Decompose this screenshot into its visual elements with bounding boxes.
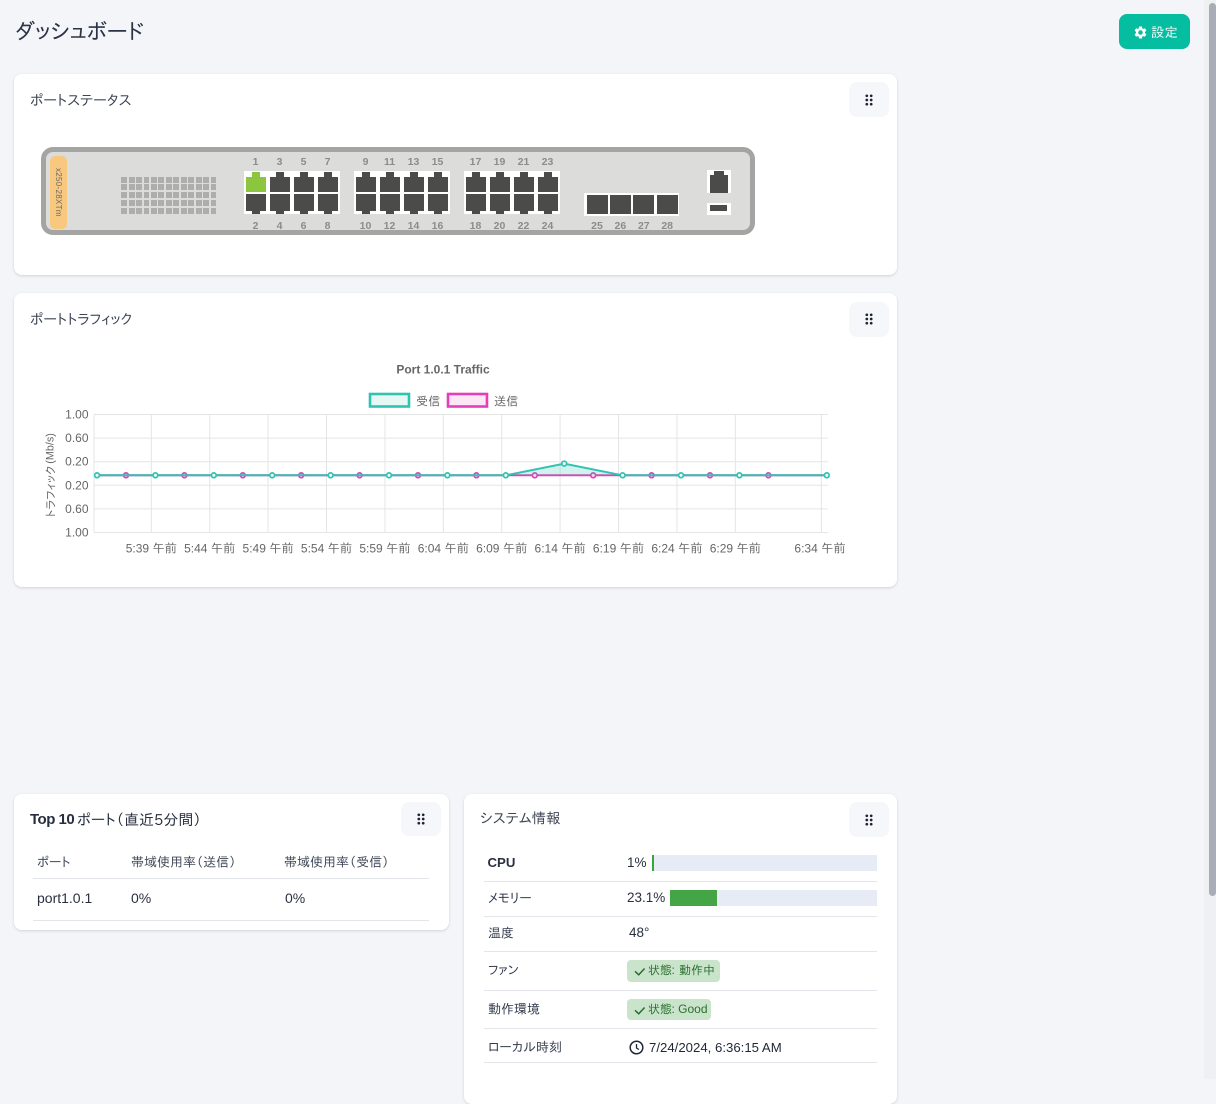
- svg-text:0.20: 0.20: [65, 455, 89, 469]
- svg-text:Port 1.0.1 Traffic: Port 1.0.1 Traffic: [396, 363, 490, 377]
- svg-text:6:19: 6:19: [593, 542, 617, 556]
- svg-text:5:54: 5:54: [301, 542, 325, 556]
- svg-text:6:34: 6:34: [794, 542, 818, 556]
- svg-text:5:59: 5:59: [359, 542, 383, 556]
- svg-text:0.60: 0.60: [65, 431, 89, 445]
- svg-text:6:04: 6:04: [418, 542, 442, 556]
- svg-text:1.00: 1.00: [65, 408, 89, 422]
- svg-text:5:39: 5:39: [126, 542, 150, 556]
- svg-text:0.20: 0.20: [65, 478, 89, 492]
- svg-text:6:14: 6:14: [535, 542, 559, 556]
- svg-text:6:09: 6:09: [476, 542, 500, 556]
- svg-text:1.00: 1.00: [65, 526, 89, 540]
- svg-text:0.60: 0.60: [65, 502, 89, 516]
- svg-text:6:24: 6:24: [651, 542, 675, 556]
- svg-text:5:49: 5:49: [243, 542, 267, 556]
- svg-text:5:44: 5:44: [184, 542, 208, 556]
- svg-text:6:29: 6:29: [710, 542, 734, 556]
